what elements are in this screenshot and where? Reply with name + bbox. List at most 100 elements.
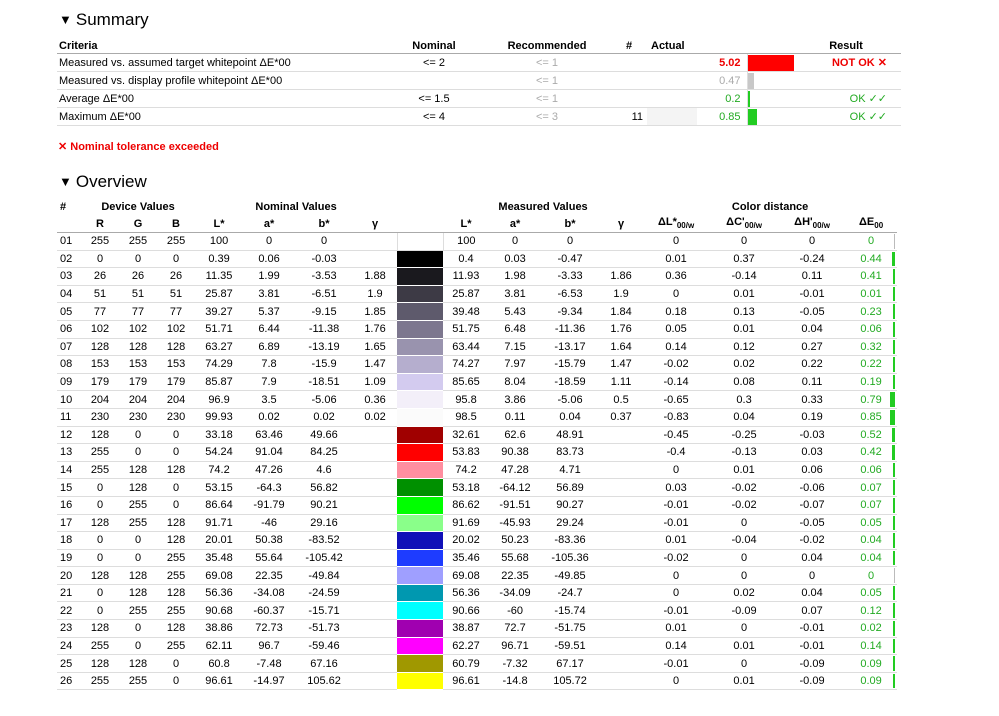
delta-e-bar [893, 462, 896, 478]
cell-g: 255 [119, 232, 157, 251]
cell-b: 204 [157, 390, 196, 409]
cell-ma: -7.32 [489, 654, 542, 673]
cell-nb: -51.73 [295, 619, 354, 638]
cell-g: 128 [119, 566, 157, 585]
cell-nb: -83.52 [295, 531, 354, 550]
criteria-label: Measured vs. assumed target whitepoint Δ… [57, 53, 385, 72]
cell-mg: 1.86 [599, 267, 644, 286]
table-row: 08 153 153 153 74.29 7.8 -15.9 1.47 74.27 7.97 -15… [57, 355, 898, 374]
delta-e-value: 0.05 [845, 584, 898, 603]
cell-nl: 25.87 [195, 285, 244, 304]
cell-b: 0 [157, 672, 196, 691]
cell-dc: -0.14 [709, 267, 780, 286]
cell-dc: 0.01 [709, 637, 780, 656]
cell-mg [599, 461, 644, 480]
cell-mb: -0.47 [541, 250, 600, 269]
cell-r: 128 [81, 426, 119, 445]
row-index: 15 [57, 478, 81, 497]
overview-section-title[interactable]: ▼ Overview [59, 172, 147, 192]
delta-e-value: 0.41 [845, 267, 898, 286]
color-swatch [397, 302, 444, 321]
cell-mg: 0.37 [599, 408, 644, 427]
cell-r: 128 [81, 619, 119, 638]
col-criteria: Criteria [57, 38, 385, 54]
cell-nl: 56.36 [195, 584, 244, 603]
table-row: 13 255 0 0 54.24 91.04 84.25 53.83 90.38 83.73 -0.… [57, 443, 898, 462]
cell-mg: 1.9 [599, 285, 644, 304]
cell-dl: 0.01 [643, 250, 710, 269]
col-result: Result [791, 38, 902, 54]
cell-mb: 83.73 [541, 443, 600, 462]
col-measured-b: b* [541, 215, 600, 233]
delta-e-value: 0.02 [845, 619, 898, 638]
summary-section-title[interactable]: ▼ Summary [59, 10, 149, 30]
cell-nl: 85.87 [195, 373, 244, 392]
cell-nl: 69.08 [195, 566, 244, 585]
cell-nl: 90.68 [195, 601, 244, 621]
cell-b: 0 [157, 426, 196, 445]
cell-dh: -0.01 [779, 619, 846, 638]
recommended-value: <= 3 [483, 107, 611, 126]
delta-e-bar [893, 550, 896, 566]
cell-ng: 1.85 [353, 302, 398, 321]
cell-nl: 51.71 [195, 320, 244, 339]
result-status: OK ✓✓ [791, 89, 902, 108]
cell-r: 255 [81, 637, 119, 656]
cell-dl: 0 [643, 584, 710, 603]
cell-ma: 0.11 [489, 408, 542, 427]
delta-e-bar [890, 392, 896, 407]
cell-ma: 47.28 [489, 461, 542, 480]
cell-ma: 96.71 [489, 637, 542, 656]
cell-mg: 1.47 [599, 355, 644, 374]
cell-ng: 0.02 [353, 408, 398, 427]
cell-dh: 0.19 [779, 408, 846, 427]
cell-ma: 3.86 [489, 390, 542, 409]
cell-dh: -0.09 [779, 654, 846, 673]
table-row: 11 230 230 230 99.93 0.02 0.02 0.02 98.5 0.11 0.04… [57, 408, 898, 427]
cell-dl: 0.05 [643, 320, 710, 339]
color-swatch [397, 267, 444, 286]
cell-g: 128 [119, 654, 157, 673]
cell-dh: 0.07 [779, 601, 846, 621]
delta-e-bar [892, 427, 896, 443]
cell-nl: 38.86 [195, 619, 244, 638]
cell-mg [599, 549, 644, 568]
cell-mb: -15.79 [541, 355, 600, 374]
delta-e-value: 0.42 [845, 443, 898, 462]
color-swatch [397, 390, 444, 409]
cell-b: 230 [157, 408, 196, 427]
collapse-triangle-icon[interactable]: ▼ [59, 12, 72, 27]
delta-e-value: 0.23 [845, 302, 898, 321]
cell-r: 128 [81, 654, 119, 673]
cell-b: 255 [157, 637, 196, 656]
table-row: 19 0 0 255 35.48 55.64 -105.42 35.46 55.68 -105.3… [57, 549, 898, 568]
cell-dc: -0.02 [709, 496, 780, 515]
delta-e-value: 0.79 [845, 390, 898, 409]
cell-dc: -0.02 [709, 478, 780, 497]
delta-e-value: 0.09 [845, 654, 898, 673]
cell-ng [353, 566, 398, 585]
delta-e-bar [893, 585, 896, 601]
color-swatch [397, 531, 444, 550]
cell-ng [353, 443, 398, 462]
cell-ma: -34.09 [489, 584, 542, 603]
collapse-triangle-icon[interactable]: ▼ [59, 174, 72, 189]
cell-ma: 7.97 [489, 355, 542, 374]
cell-dh: 0.11 [779, 373, 846, 392]
cell-mb: -51.75 [541, 619, 600, 638]
cell-nb: 4.6 [295, 461, 354, 480]
cell-dl: 0.01 [643, 619, 710, 638]
cell-r: 204 [81, 390, 119, 409]
cell-na: 0 [243, 232, 296, 251]
cell-b: 51 [157, 285, 196, 304]
cell-ma: 0.03 [489, 250, 542, 269]
cell-ml: 51.75 [443, 320, 490, 339]
cell-ma: -64.12 [489, 478, 542, 497]
table-row: 23 128 0 128 38.86 72.73 -51.73 38.87 72.7 -51.75… [57, 619, 898, 638]
cell-na: 72.73 [243, 619, 296, 638]
result-status: OK ✓✓ [791, 107, 902, 126]
cell-b: 0 [157, 496, 196, 515]
cell-nl: 96.9 [195, 390, 244, 409]
cell-g: 179 [119, 373, 157, 392]
cell-nb: -59.46 [295, 637, 354, 656]
